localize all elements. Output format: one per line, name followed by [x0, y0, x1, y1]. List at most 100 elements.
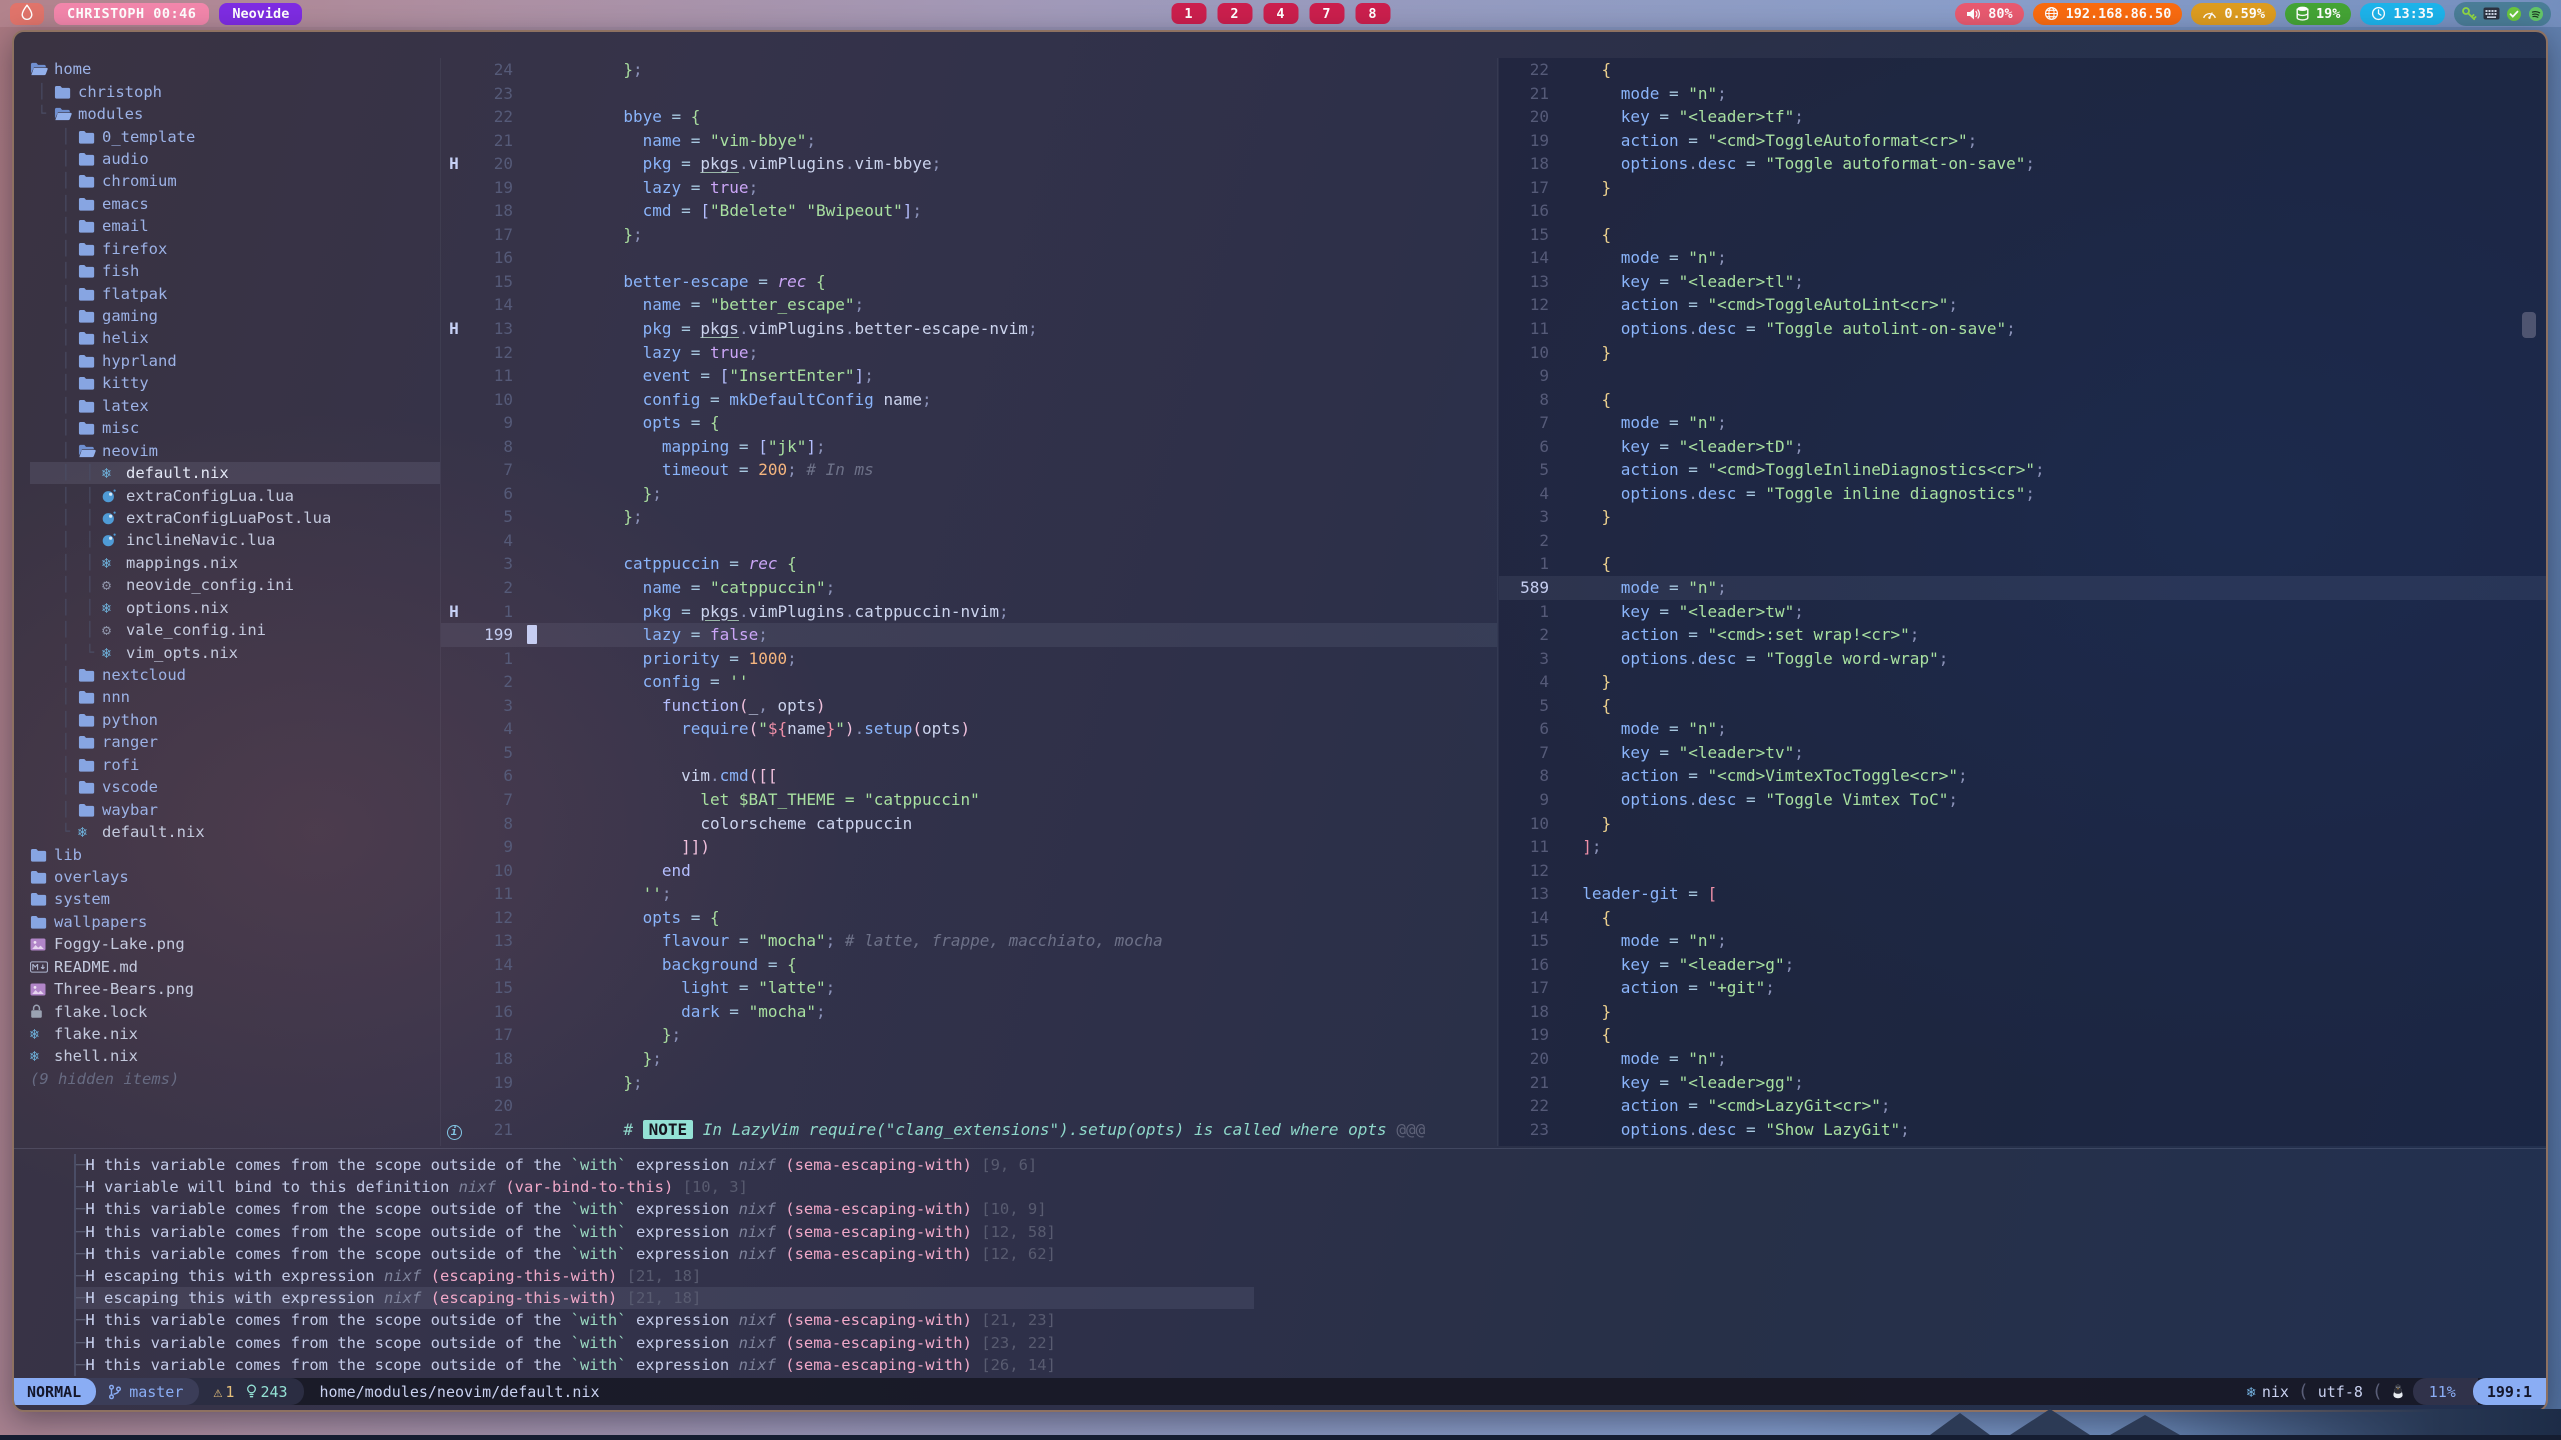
diagnostic-row[interactable]: ─H this variable comes from the scope ou… — [76, 1332, 2546, 1354]
code-line[interactable]: 16 dark = "mocha"; — [441, 1000, 1497, 1024]
code-line[interactable]: 589 mode = "n"; — [1499, 576, 2546, 600]
diagnostic-row[interactable]: ─H this variable comes from the scope ou… — [76, 1309, 2546, 1331]
tree-item-misc[interactable]: │misc — [30, 417, 440, 439]
diagnostics-summary[interactable]: ⚠1 243 — [185, 1378, 303, 1405]
tree-item-modules[interactable]: └modules — [30, 103, 440, 125]
tree-item-vale_config.ini[interactable]: ││⚙vale_config.ini — [30, 619, 440, 641]
tree-item-christoph[interactable]: │christoph — [30, 80, 440, 102]
code-line[interactable]: 13 leader-git = [ — [1499, 882, 2546, 906]
tree-item-waybar[interactable]: │waybar — [30, 798, 440, 820]
code-line[interactable]: H1 pkg = pkgs.vimPlugins.catppuccin-nvim… — [441, 600, 1497, 624]
tree-item-vscode[interactable]: │vscode — [30, 776, 440, 798]
code-line[interactable]: 5 }; — [441, 505, 1497, 529]
code-line[interactable]: i21 # NOTE In LazyVim require("clang_ext… — [441, 1118, 1497, 1142]
module-cpu[interactable]: 0.59% — [2191, 3, 2276, 25]
code-line[interactable]: 4 } — [1499, 670, 2546, 694]
code-line[interactable]: 3 options.desc = "Toggle word-wrap"; — [1499, 647, 2546, 671]
code-line[interactable]: 12 lazy = true; — [441, 341, 1497, 365]
code-line[interactable]: 16 — [1499, 199, 2546, 223]
code-line[interactable]: 9 — [1499, 364, 2546, 388]
tree-item-python[interactable]: │python — [30, 709, 440, 731]
code-line[interactable]: 4 — [441, 529, 1497, 553]
tree-item-options.nix[interactable]: ││❄options.nix — [30, 597, 440, 619]
code-line[interactable]: 10 } — [1499, 812, 2546, 836]
tree-item-lib[interactable]: lib — [30, 843, 440, 865]
code-line[interactable]: 20 mode = "n"; — [1499, 1047, 2546, 1071]
tree-item-inclineNavic.lua[interactable]: ││inclineNavic.lua — [30, 529, 440, 551]
code-line[interactable]: 5 { — [1499, 694, 2546, 718]
tree-item-rofi[interactable]: │rofi — [30, 754, 440, 776]
module-memory[interactable]: 19% — [2285, 3, 2351, 25]
code-line[interactable]: 12 action = "<cmd>ToggleAutoLint<cr>"; — [1499, 293, 2546, 317]
code-line[interactable]: H20 pkg = pkgs.vimPlugins.vim-bbye; — [441, 152, 1497, 176]
code-line[interactable]: 3 } — [1499, 505, 2546, 529]
code-line[interactable]: 20 key = "<leader>tf"; — [1499, 105, 2546, 129]
tree-item-overlays[interactable]: overlays — [30, 866, 440, 888]
code-line[interactable]: 9 opts = { — [441, 411, 1497, 435]
code-line[interactable]: 7 key = "<leader>tv"; — [1499, 741, 2546, 765]
code-line[interactable]: 17 action = "+git"; — [1499, 976, 2546, 1000]
code-line[interactable]: 1 { — [1499, 552, 2546, 576]
code-line[interactable]: 8 mapping = ["jk"]; — [441, 435, 1497, 459]
scrollbar-thumb[interactable] — [2522, 312, 2536, 338]
code-line[interactable]: 23 — [441, 82, 1497, 106]
workspace-button-4[interactable]: 4 — [1263, 3, 1298, 24]
code-line[interactable]: 4 options.desc = "Toggle inline diagnost… — [1499, 482, 2546, 506]
diagnostic-row[interactable]: ─H this variable comes from the scope ou… — [76, 1154, 2546, 1176]
code-line[interactable]: 5 — [441, 741, 1497, 765]
code-line[interactable]: 199 lazy = false; — [441, 623, 1497, 647]
tree-item-Three-Bears.png[interactable]: Three-Bears.png — [30, 978, 440, 1000]
code-line[interactable]: 19 action = "<cmd>ToggleAutoformat<cr>"; — [1499, 129, 2546, 153]
code-line[interactable]: 5 action = "<cmd>ToggleInlineDiagnostics… — [1499, 458, 2546, 482]
diagnostic-row[interactable]: ─H this variable comes from the scope ou… — [76, 1198, 2546, 1220]
code-line[interactable]: 18 } — [1499, 1000, 2546, 1024]
code-line[interactable]: 22 action = "<cmd>LazyGit<cr>"; — [1499, 1094, 2546, 1118]
code-line[interactable]: 7 let $BAT_THEME = "catppuccin" — [441, 788, 1497, 812]
code-line[interactable]: 1 key = "<leader>tw"; — [1499, 600, 2546, 624]
code-line[interactable]: 18 }; — [441, 1047, 1497, 1071]
tree-item-shell.nix[interactable]: ❄shell.nix — [30, 1045, 440, 1067]
code-line[interactable]: 4 require("${name}").setup(opts) — [441, 717, 1497, 741]
workspace-button-7[interactable]: 7 — [1309, 3, 1344, 24]
tree-item-flatpak[interactable]: │flatpak — [30, 282, 440, 304]
workspace-button-1[interactable]: 1 — [1171, 3, 1206, 24]
code-line[interactable]: 11 ]; — [1499, 835, 2546, 859]
tree-item-ranger[interactable]: │ranger — [30, 731, 440, 753]
code-line[interactable]: 19 { — [1499, 1023, 2546, 1047]
check-icon[interactable] — [2506, 6, 2522, 22]
code-line[interactable]: 6 key = "<leader>tD"; — [1499, 435, 2546, 459]
tree-item-kitty[interactable]: │kitty — [30, 372, 440, 394]
code-line[interactable]: 6 }; — [441, 482, 1497, 506]
tree-item-gaming[interactable]: │gaming — [30, 305, 440, 327]
tree-item-fish[interactable]: │fish — [30, 260, 440, 282]
code-line[interactable]: 13 flavour = "mocha"; # latte, frappe, m… — [441, 929, 1497, 953]
tree-item-neovim[interactable]: │neovim — [30, 439, 440, 461]
tree-item-flake.lock[interactable]: flake.lock — [30, 1000, 440, 1022]
code-line[interactable]: 6 mode = "n"; — [1499, 717, 2546, 741]
tree-item-README.md[interactable]: README.md — [30, 956, 440, 978]
code-line[interactable]: 21 name = "vim-bbye"; — [441, 129, 1497, 153]
code-line[interactable]: H13 pkg = pkgs.vimPlugins.better-escape-… — [441, 317, 1497, 341]
editor-pane-main[interactable]: 24 };2322 bbye = {21 name = "vim-bbye";H… — [440, 58, 1498, 1146]
code-line[interactable]: 2 name = "catppuccin"; — [441, 576, 1497, 600]
code-line[interactable]: 18 options.desc = "Toggle autoformat-on-… — [1499, 152, 2546, 176]
code-line[interactable]: 21 key = "<leader>gg"; — [1499, 1071, 2546, 1095]
code-line[interactable]: 19 lazy = true; — [441, 176, 1497, 200]
diagnostic-row[interactable]: ─H this variable comes from the scope ou… — [76, 1354, 2546, 1376]
module-clock[interactable]: 13:35 — [2360, 3, 2445, 25]
code-line[interactable]: 18 cmd = ["Bdelete" "Bwipeout"]; — [441, 199, 1497, 223]
tree-item-0_template[interactable]: │0_template — [30, 125, 440, 147]
tree-item-firefox[interactable]: │firefox — [30, 238, 440, 260]
diagnostic-row[interactable]: ─H escaping this with expression nixf (e… — [76, 1287, 1254, 1309]
code-line[interactable]: 17 }; — [441, 223, 1497, 247]
code-line[interactable]: 23 options.desc = "Show LazyGit"; — [1499, 1118, 2546, 1142]
tree-item-email[interactable]: │email — [30, 215, 440, 237]
code-line[interactable]: 11 event = ["InsertEnter"]; — [441, 364, 1497, 388]
tree-item-flake.nix[interactable]: ❄flake.nix — [30, 1023, 440, 1045]
code-line[interactable]: 7 timeout = 200; # In ms — [441, 458, 1497, 482]
code-line[interactable]: 3 catppuccin = rec { — [441, 552, 1497, 576]
workspace-button-2[interactable]: 2 — [1217, 3, 1252, 24]
tree-item-extraConfigLua.lua[interactable]: ││extraConfigLua.lua — [30, 484, 440, 506]
code-line[interactable]: 14 { — [1499, 906, 2546, 930]
spotify-icon[interactable] — [2528, 6, 2544, 22]
